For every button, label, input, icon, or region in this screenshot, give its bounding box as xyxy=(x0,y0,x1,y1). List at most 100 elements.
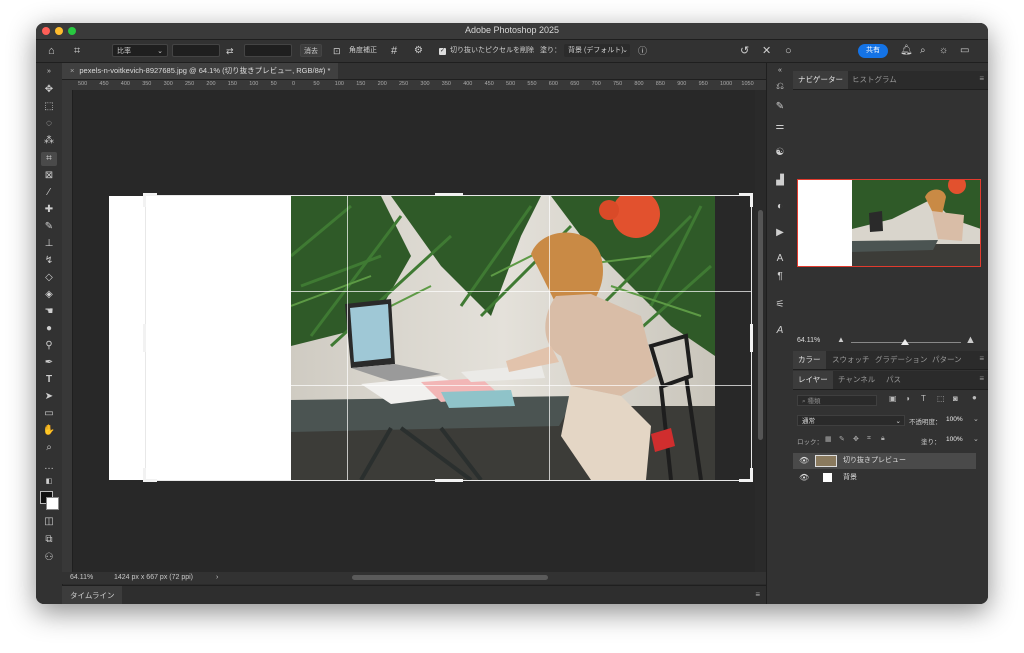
vertical-scrollbar-thumb[interactable] xyxy=(758,210,763,440)
brush-tool-icon[interactable]: ✎ xyxy=(41,220,57,234)
color-wheel-icon[interactable]: ◐ xyxy=(772,199,788,215)
default-colors-icon[interactable]: ◧ xyxy=(41,475,57,489)
layer-filter-select[interactable]: ⌕ 種類 xyxy=(797,395,877,406)
navigator-view-box[interactable] xyxy=(797,179,981,267)
hand-tool-icon[interactable]: ✋ xyxy=(41,424,57,438)
blend-mode-select[interactable]: 通常 ⌄ xyxy=(797,415,905,426)
info-icon[interactable]: ⓘ xyxy=(638,44,647,58)
horizontal-scrollbar-thumb[interactable] xyxy=(352,575,548,580)
panel-menu-icon[interactable]: ≡ xyxy=(979,74,984,83)
tab-gradients[interactable]: グラデーション xyxy=(870,351,932,369)
filter-adjustment-icon[interactable]: ◑ xyxy=(905,394,910,403)
filter-toggle-icon[interactable]: ● xyxy=(972,393,977,402)
zoom-tool-icon[interactable]: ⌕ xyxy=(41,441,57,455)
filter-shape-icon[interactable]: ⬚ xyxy=(937,394,945,403)
tab-paths[interactable]: パス xyxy=(881,371,906,389)
panel-menu-icon[interactable]: ≡ xyxy=(755,590,760,599)
tab-patterns[interactable]: パターン xyxy=(927,351,967,369)
tab-layers[interactable]: レイヤー xyxy=(793,371,833,389)
paint-bucket-tool-icon[interactable]: ◈ xyxy=(41,288,57,302)
width-input[interactable] xyxy=(172,44,220,57)
zoom-in-icon[interactable]: ▲ xyxy=(965,334,976,346)
home-icon[interactable]: ⌂ xyxy=(48,44,55,58)
crop-handle-bottom[interactable] xyxy=(435,479,463,482)
magic-wand-tool-icon[interactable]: ⁂ xyxy=(41,134,57,148)
panel-menu-icon[interactable]: ≡ xyxy=(979,354,984,363)
share-button[interactable]: 共有 xyxy=(858,44,888,58)
frame-tool-icon[interactable]: ⊠ xyxy=(41,169,57,183)
tab-color[interactable]: カラー xyxy=(793,351,826,369)
stamp-tool-icon[interactable]: ⊥ xyxy=(41,237,57,251)
paragraph-icon[interactable]: ¶ xyxy=(772,269,788,285)
lock-pixels-icon[interactable]: ✎ xyxy=(839,435,845,443)
path-selection-tool-icon[interactable]: ➤ xyxy=(41,390,57,404)
layer-row[interactable]: 👁︎ 背景 xyxy=(793,470,976,486)
quick-mask-icon[interactable]: ◫ xyxy=(41,515,57,529)
libraries-icon[interactable]: ▟ xyxy=(772,173,788,189)
background-color-swatch[interactable] xyxy=(46,497,59,510)
generative-icon[interactable]: ⚇ xyxy=(41,551,57,565)
reset-icon[interactable]: ↺ xyxy=(740,44,749,58)
fill-value[interactable]: 100% xyxy=(946,436,963,443)
layer-row[interactable]: 👁︎ 切り抜きプレビュー xyxy=(793,453,976,469)
timeline-tab[interactable]: タイムライン xyxy=(62,586,123,604)
zoom-slider-thumb[interactable] xyxy=(901,339,909,345)
straighten-label[interactable]: 角度補正 xyxy=(349,44,377,58)
smudge-tool-icon[interactable]: ☚ xyxy=(41,305,57,319)
tab-swatches[interactable]: スウォッチ xyxy=(827,351,875,369)
filter-smart-object-icon[interactable]: ◙ xyxy=(953,394,958,403)
burn-tool-icon[interactable]: ⚲ xyxy=(41,339,57,353)
chevron-down-icon[interactable]: ⌄ xyxy=(973,415,979,423)
crop-tool-icon[interactable]: ⌗ xyxy=(41,152,57,166)
crop-handle-right[interactable] xyxy=(750,324,753,352)
zoom-level[interactable]: 64.11% xyxy=(70,572,93,584)
healing-brush-tool-icon[interactable]: ✚ xyxy=(41,203,57,217)
adjustments-icon[interactable]: ⚌ xyxy=(772,119,788,135)
cancel-crop-icon[interactable]: ✕ xyxy=(762,44,771,58)
eyedropper-tool-icon[interactable]: ⁄ xyxy=(41,186,57,200)
crop-handle-top-left[interactable] xyxy=(143,193,146,207)
dodge-tool-icon[interactable]: ● xyxy=(41,322,57,336)
crop-bounding-box[interactable] xyxy=(145,195,752,481)
crop-handle-bottom-right[interactable] xyxy=(750,468,753,482)
screen-mode-icon[interactable]: ⧉ xyxy=(41,533,57,547)
crop-handle-top[interactable] xyxy=(435,193,463,196)
tab-navigator[interactable]: ナビゲーター xyxy=(793,71,848,89)
visibility-eye-icon[interactable]: 👁︎ xyxy=(799,470,809,486)
bell-icon[interactable]: 🔔︎ xyxy=(900,44,913,58)
ratio-select[interactable]: 比率 ⌄ xyxy=(112,44,168,57)
crop-handle-top-right[interactable] xyxy=(750,193,753,207)
glyphs-icon[interactable]: A xyxy=(772,323,788,339)
swap-icon[interactable]: ⇄ xyxy=(226,44,234,58)
filter-pixel-icon[interactable]: ▣ xyxy=(889,394,897,403)
collapse-icon[interactable]: » xyxy=(41,65,57,79)
history-icon[interactable]: ⎌ xyxy=(772,79,788,95)
height-input[interactable] xyxy=(244,44,292,57)
character-icon[interactable]: A xyxy=(772,251,788,267)
type-tool-icon[interactable]: T xyxy=(41,373,57,387)
visibility-eye-icon[interactable]: 👁︎ xyxy=(799,453,809,469)
lock-position-icon[interactable]: ✥ xyxy=(853,435,859,443)
opacity-value[interactable]: 100% xyxy=(946,416,963,423)
rectangle-tool-icon[interactable]: ▭ xyxy=(41,407,57,421)
document-tab[interactable]: × pexels-n-voitkevich-8927685.jpg @ 64.1%… xyxy=(62,63,339,79)
delete-cropped-checkbox[interactable]: ✓ xyxy=(439,48,446,55)
straighten-icon[interactable]: ⊡ xyxy=(333,44,341,58)
crop-handle-left[interactable] xyxy=(143,324,146,352)
fill-select[interactable]: 背景 (デフォルト) ⌄ xyxy=(564,44,630,57)
eraser-tool-icon[interactable]: ◇ xyxy=(41,271,57,285)
move-tool-icon[interactable]: ✥ xyxy=(41,83,57,97)
lightbulb-icon[interactable]: ☼ xyxy=(939,44,948,58)
crop-handle-bottom-left[interactable] xyxy=(143,468,146,482)
vertical-scrollbar[interactable] xyxy=(755,90,766,572)
sliders-icon[interactable]: ⚟ xyxy=(772,297,788,313)
tab-channels[interactable]: チャンネル xyxy=(833,371,880,389)
properties-icon[interactable]: ☯ xyxy=(772,145,788,161)
search-icon[interactable]: ⌕ xyxy=(920,44,926,58)
more-tools-icon[interactable]: … xyxy=(41,460,57,474)
marquee-tool-icon[interactable]: ⬚ xyxy=(41,100,57,114)
canvas-area[interactable] xyxy=(73,90,755,572)
lasso-tool-icon[interactable]: ◌ xyxy=(41,117,57,131)
panel-menu-icon[interactable]: ≡ xyxy=(979,374,984,383)
chevron-down-icon[interactable]: ⌄ xyxy=(973,435,979,443)
